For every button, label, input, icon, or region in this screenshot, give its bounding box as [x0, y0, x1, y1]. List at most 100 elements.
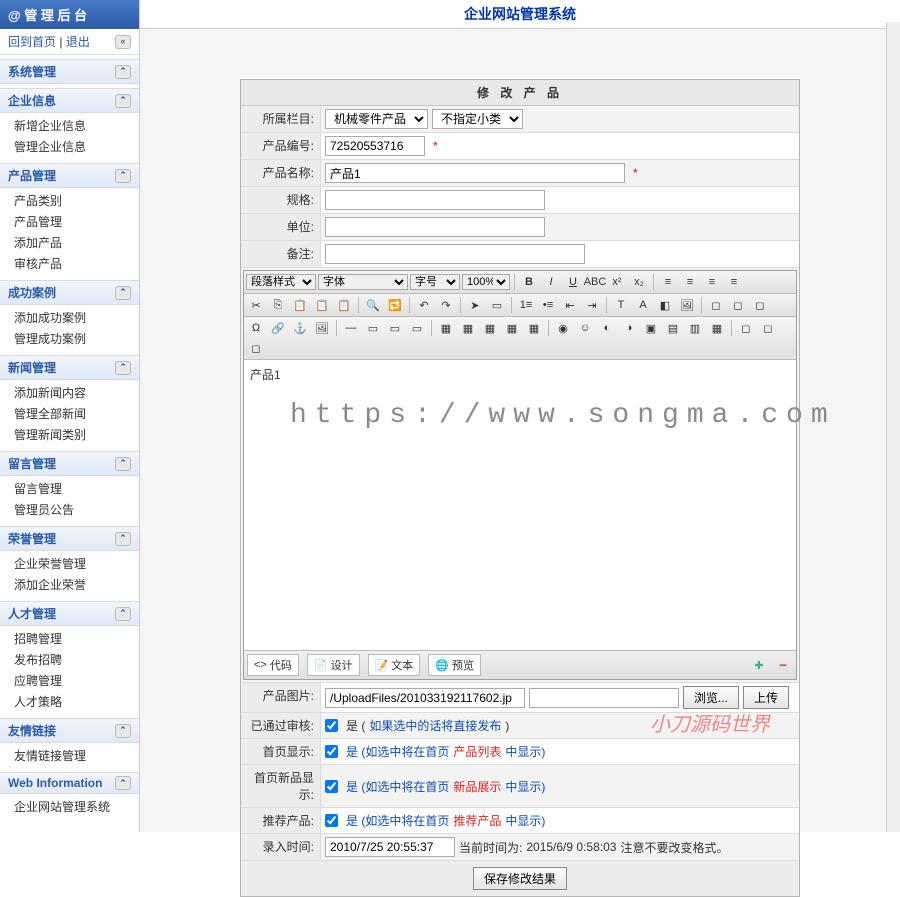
sidebar-item[interactable]: 招聘管理 [14, 628, 139, 649]
table2-icon[interactable]: ▦ [458, 319, 478, 337]
font-select[interactable]: 字体 [318, 274, 408, 290]
menu-group-5[interactable]: 留言管理⌃ [0, 451, 139, 476]
copy-icon[interactable]: ⎘ [268, 296, 288, 314]
link-icon[interactable]: 🔗 [268, 319, 288, 337]
anchor-icon[interactable]: ⚓ [290, 319, 310, 337]
paste-word-icon[interactable]: 📋 [334, 296, 354, 314]
sidebar-item[interactable]: 人才策略 [14, 691, 139, 712]
sidebar-item[interactable]: 企业荣誉管理 [14, 553, 139, 574]
strike-icon[interactable]: ABC [585, 273, 605, 291]
undo-icon[interactable]: ↶ [414, 296, 434, 314]
ordered-list-icon[interactable]: 1≡ [516, 296, 536, 314]
sidebar-item[interactable]: 添加成功案例 [14, 307, 139, 328]
hr-icon[interactable]: — [341, 319, 361, 337]
rec-checkbox[interactable] [325, 814, 338, 827]
media6-icon[interactable]: ▤ [663, 319, 683, 337]
editor-body[interactable]: 产品1 [244, 360, 796, 650]
menu-group-4[interactable]: 新闻管理⌃ [0, 355, 139, 380]
browse-button[interactable]: 浏览... [683, 686, 739, 709]
home-checkbox[interactable] [325, 745, 338, 758]
table4-icon[interactable]: ▦ [502, 319, 522, 337]
insert2-icon[interactable]: ◻ [728, 296, 748, 314]
collapse-all-icon[interactable]: « [115, 35, 131, 49]
menu-group-6[interactable]: 荣誉管理⌃ [0, 526, 139, 551]
insert1-icon[interactable]: ◻ [706, 296, 726, 314]
unordered-list-icon[interactable]: •≡ [538, 296, 558, 314]
menu-group-1[interactable]: 企业信息⌃ [0, 88, 139, 113]
align-left-icon[interactable]: ≡ [658, 273, 678, 291]
sidebar-item[interactable]: 友情链接管理 [14, 745, 139, 766]
chevron-up-icon[interactable]: ⌃ [115, 361, 131, 375]
tab-text[interactable]: 📝文本 [368, 654, 421, 676]
chevron-up-icon[interactable]: ⌃ [115, 457, 131, 471]
box3-icon[interactable]: ▭ [407, 319, 427, 337]
sidebar-item[interactable]: 应聘管理 [14, 670, 139, 691]
media8-icon[interactable]: ▦ [707, 319, 727, 337]
redo-icon[interactable]: ↷ [436, 296, 456, 314]
image-path-input[interactable] [325, 688, 525, 708]
media5-icon[interactable]: ▣ [641, 319, 661, 337]
sidebar-item[interactable]: 新增企业信息 [14, 115, 139, 136]
submit-button[interactable]: 保存修改结果 [473, 867, 567, 890]
pointer-icon[interactable]: ➤ [465, 296, 485, 314]
image-file-input[interactable] [529, 688, 679, 708]
italic-icon[interactable]: I [541, 273, 561, 291]
sidebar-item[interactable]: 添加新闻内容 [14, 382, 139, 403]
superscript-icon[interactable]: x² [607, 273, 627, 291]
bg-color-icon[interactable]: A [633, 296, 653, 314]
tool3-icon[interactable]: ◻ [246, 339, 266, 357]
menu-group-3[interactable]: 成功案例⌃ [0, 280, 139, 305]
select-icon[interactable]: ▭ [487, 296, 507, 314]
underline-icon[interactable]: U [563, 273, 583, 291]
new-checkbox[interactable] [325, 780, 338, 793]
shrink-icon[interactable]: ━ [773, 656, 793, 674]
expand-icon[interactable]: ✚ [749, 656, 769, 674]
home-link[interactable]: 回到首页 [8, 35, 56, 49]
box2-icon[interactable]: ▭ [385, 319, 405, 337]
media3-icon[interactable]: ◐ [597, 319, 617, 337]
spec-input[interactable] [325, 190, 545, 210]
menu-group-2[interactable]: 产品管理⌃ [0, 163, 139, 188]
paste-icon[interactable]: 📋 [290, 296, 310, 314]
remark-input[interactable] [325, 244, 585, 264]
table5-icon[interactable]: ▦ [524, 319, 544, 337]
approved-checkbox[interactable] [325, 719, 338, 732]
media7-icon[interactable]: ▥ [685, 319, 705, 337]
sidebar-item[interactable]: 添加产品 [14, 232, 139, 253]
table3-icon[interactable]: ▦ [480, 319, 500, 337]
category-main-select[interactable]: 机械零件产品 [325, 109, 428, 129]
chevron-up-icon[interactable]: ⌃ [115, 724, 131, 738]
menu-group-8[interactable]: 友情链接⌃ [0, 718, 139, 743]
para-style-select[interactable]: 段落样式 [246, 274, 316, 290]
sidebar-item[interactable]: 添加企业荣誉 [14, 574, 139, 595]
scrollbar[interactable] [886, 22, 900, 832]
text-color-icon[interactable]: T [611, 296, 631, 314]
sidebar-item[interactable]: 管理新闻类别 [14, 424, 139, 445]
media4-icon[interactable]: ◑ [619, 319, 639, 337]
align-justify-icon[interactable]: ≡ [724, 273, 744, 291]
find-icon[interactable]: 🔍 [363, 296, 383, 314]
subscript-icon[interactable]: x₂ [629, 273, 649, 291]
tab-preview[interactable]: 🌐预览 [428, 654, 481, 676]
align-right-icon[interactable]: ≡ [702, 273, 722, 291]
insert3-icon[interactable]: ◻ [750, 296, 770, 314]
align-center-icon[interactable]: ≡ [680, 273, 700, 291]
chevron-up-icon[interactable]: ⌃ [115, 607, 131, 621]
sidebar-item[interactable]: 管理员公告 [14, 499, 139, 520]
media2-icon[interactable]: ☺ [575, 319, 595, 337]
tab-design[interactable]: 📄设计 [307, 654, 360, 676]
media1-icon[interactable]: ◉ [553, 319, 573, 337]
sidebar-item[interactable]: 发布招聘 [14, 649, 139, 670]
sidebar-item[interactable]: 留言管理 [14, 478, 139, 499]
indent-icon[interactable]: ⇥ [582, 296, 602, 314]
zoom-select[interactable]: 100% [462, 274, 510, 290]
sidebar-item[interactable]: 审核产品 [14, 253, 139, 274]
sidebar-item[interactable]: 管理企业信息 [14, 136, 139, 157]
box1-icon[interactable]: ▭ [363, 319, 383, 337]
size-select[interactable]: 字号 [410, 274, 460, 290]
product-name-input[interactable] [325, 163, 625, 183]
chevron-up-icon[interactable]: ⌃ [115, 286, 131, 300]
paste-text-icon[interactable]: 📋 [312, 296, 332, 314]
upload-button[interactable]: 上传 [743, 686, 789, 709]
tab-code[interactable]: <>代码 [247, 654, 299, 676]
